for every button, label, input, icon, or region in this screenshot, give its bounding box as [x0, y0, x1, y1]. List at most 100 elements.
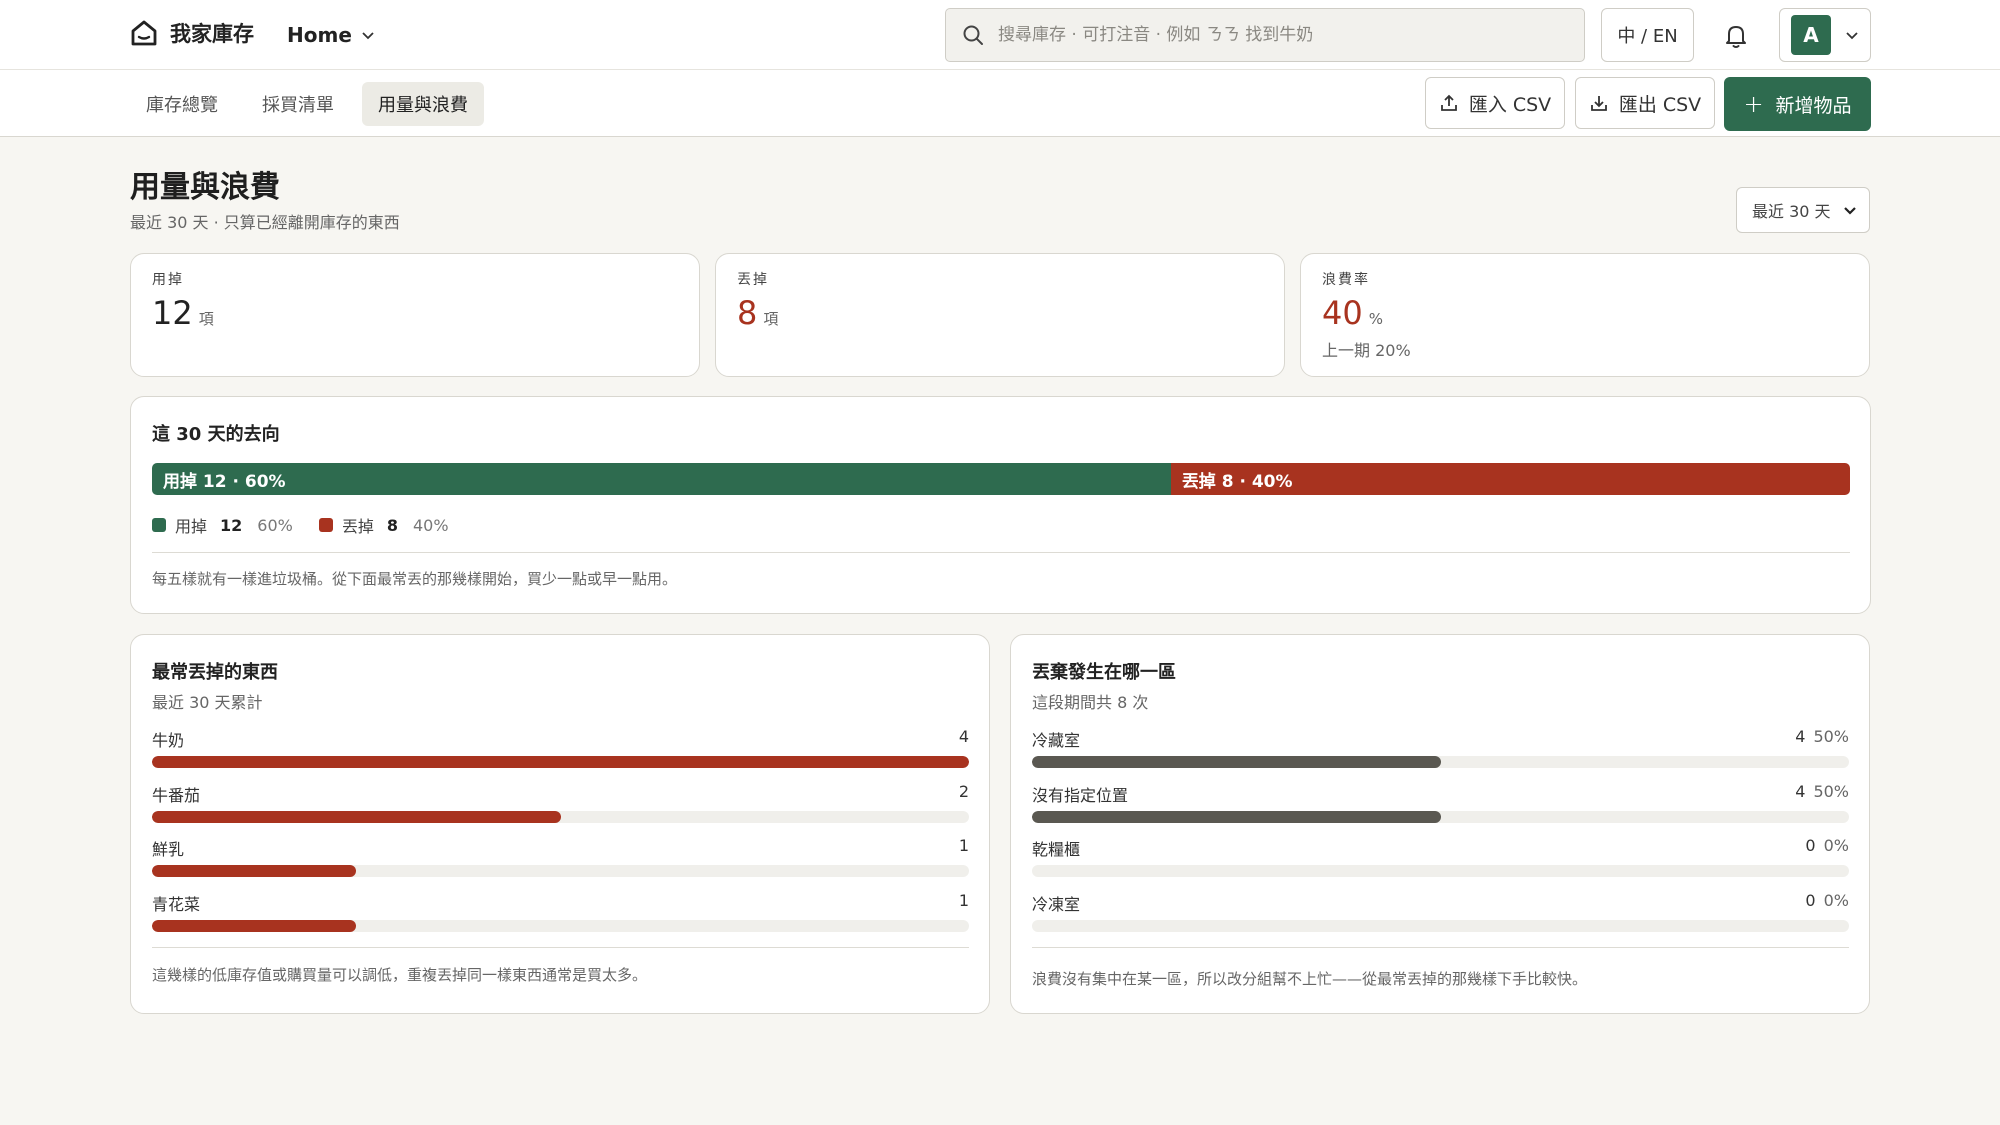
flow-note: 每五樣就有一樣進垃圾桶。從下面最常丟的那幾樣開始，買少一點或早一點用。 — [152, 570, 678, 588]
bar-fill — [1032, 810, 1441, 823]
export-csv-button[interactable]: 匯出 CSV — [1575, 77, 1715, 129]
page-subtitle: 最近 30 天 · 只算已經離開庫存的東西 — [130, 213, 400, 232]
location-count: 0 — [1805, 836, 1816, 855]
item-count: 1 — [958, 836, 969, 855]
chevron-down-icon — [1846, 32, 1858, 40]
most-thrown-list: 牛奶 4 牛番茄 2 鮮乳 1 青花菜 1 — [152, 727, 969, 945]
bell-icon[interactable] — [1722, 22, 1750, 50]
plus-icon: + — [1743, 90, 1764, 118]
location-name: 乾糧櫃 — [1032, 840, 1081, 859]
stat-label: 丟掉 — [737, 272, 769, 288]
waste-location-panel: 丟棄發生在哪一區 這段期間共 8 次 冷藏室 4 50% 沒有指定位置 4 50… — [1010, 634, 1870, 1014]
item-name: 青花菜 — [152, 894, 201, 914]
bar-fill — [152, 865, 357, 877]
most-thrown-panel: 最常丟掉的東西 最近 30 天累計 牛奶 4 牛番茄 2 鮮乳 1 青花菜 1 … — [130, 634, 990, 1014]
list-item: 牛番茄 2 — [152, 782, 969, 837]
list-item: 乾糧櫃 0 0% — [1032, 836, 1849, 891]
avatar: A — [1791, 15, 1831, 55]
stat-card-used: 用掉 12 項 — [130, 253, 700, 377]
flow-segment-thrown: 丟掉 8 · 40% — [1170, 463, 1850, 495]
add-item-button[interactable]: + 新增物品 — [1724, 77, 1871, 131]
user-menu-button[interactable]: A — [1779, 8, 1871, 62]
location-stats: 0 0% — [1805, 836, 1849, 855]
stat-number: 8 — [737, 294, 758, 332]
top-bar: 我家庫存 Home 中 / EN A — [0, 0, 2000, 70]
bar-track — [1032, 810, 1849, 823]
stat-value: 8 項 — [737, 294, 778, 332]
stat-unit: % — [1368, 310, 1383, 328]
panel-subtitle: 最近 30 天累計 — [152, 693, 263, 712]
tab-list: 庫存總覽 採買清單 用量與浪費 — [130, 82, 484, 126]
legend-percent: 40% — [413, 515, 449, 535]
location-percent: 0% — [1823, 836, 1849, 855]
panel-title: 最常丟掉的東西 — [152, 662, 278, 683]
item-count: 4 — [958, 727, 969, 746]
sub-nav: 庫存總覽 採買清單 用量與浪費 匯入 CSV 匯出 CSV + 新增物品 — [0, 70, 2000, 137]
legend-item-used: 用掉 12 60% — [152, 513, 293, 537]
page-title: 用量與浪費 — [130, 170, 280, 205]
brand-name: 我家庫存 — [170, 22, 254, 46]
item-count: 1 — [958, 890, 969, 910]
flow-bar: 用掉 12 · 60% 丟掉 8 · 40% — [152, 463, 1850, 495]
location-stats: 0 0% — [1805, 891, 1849, 910]
location-name: 冷凍室 — [1032, 894, 1081, 914]
item-count-wrap: 4 — [959, 727, 969, 746]
stat-card-thrown: 丟掉 8 項 — [715, 253, 1285, 377]
import-csv-button[interactable]: 匯入 CSV — [1425, 77, 1565, 129]
location-stats: 4 50% — [1795, 727, 1849, 746]
location-stats: 4 50% — [1795, 782, 1849, 801]
import-csv-label: 匯入 CSV — [1468, 93, 1552, 116]
bar-fill — [152, 756, 969, 768]
flow-legend: 用掉 12 60% 丟掉 8 40% — [152, 513, 449, 537]
period-select[interactable]: 最近 30 天 — [1736, 187, 1870, 233]
item-count-wrap: 1 — [959, 891, 969, 910]
bar-track — [152, 810, 969, 823]
tab-inventory-overview[interactable]: 庫存總覽 — [130, 82, 234, 126]
list-item: 冷凍室 0 0% — [1032, 891, 1849, 946]
language-toggle-button[interactable]: 中 / EN — [1601, 8, 1694, 62]
stat-label: 用掉 — [152, 272, 184, 288]
stat-value: 12 項 — [152, 294, 214, 332]
list-item: 鮮乳 1 — [152, 836, 969, 891]
location-count: 4 — [1795, 781, 1806, 801]
upload-icon — [1440, 94, 1457, 111]
home-menu-label: Home — [287, 23, 352, 47]
legend-item-thrown: 丟掉 8 40% — [318, 513, 449, 537]
flow-card: 這 30 天的去向 用掉 12 · 60% 丟掉 8 · 40% 用掉 12 6… — [130, 396, 1871, 614]
list-item: 青花菜 1 — [152, 891, 969, 946]
location-list: 冷藏室 4 50% 沒有指定位置 4 50% 乾糧櫃 0 0% 冷凍室 0 0% — [1032, 727, 1849, 945]
home-menu[interactable]: Home — [287, 18, 376, 52]
bar-track — [152, 919, 969, 932]
location-percent: 50% — [1813, 781, 1849, 801]
period-select-value: 最近 30 天 — [1752, 202, 1831, 221]
chevron-down-icon — [1844, 207, 1856, 215]
bar-fill — [152, 810, 561, 823]
divider — [152, 552, 1850, 553]
legend-swatch-thrown — [318, 518, 333, 532]
search-input[interactable] — [998, 25, 1558, 45]
list-item: 冷藏室 4 50% — [1032, 727, 1849, 782]
list-item: 沒有指定位置 4 50% — [1032, 782, 1849, 837]
flow-segment-used: 用掉 12 · 60% — [152, 463, 1171, 495]
search-bar[interactable] — [945, 8, 1585, 62]
location-percent: 50% — [1813, 727, 1849, 746]
tab-shopping-list[interactable]: 採買清單 — [246, 82, 350, 126]
tab-usage-waste[interactable]: 用量與浪費 — [362, 82, 484, 126]
bar-track — [152, 865, 969, 877]
stat-number: 12 — [152, 294, 193, 332]
item-count-wrap: 1 — [959, 836, 969, 855]
location-count: 4 — [1795, 727, 1806, 746]
download-icon — [1590, 96, 1607, 111]
brand[interactable]: 我家庫存 — [130, 16, 254, 50]
bar-track — [1032, 756, 1849, 768]
item-name: 牛番茄 — [152, 785, 201, 805]
bar-track — [1032, 919, 1849, 932]
stat-value: 40 % — [1322, 294, 1383, 332]
legend-count: 12 — [220, 515, 243, 535]
panel-note: 浪費沒有集中在某一區，所以改分組幫不上忙——從最常丟掉的那幾樣下手比較快。 — [1032, 970, 1588, 988]
location-name: 沒有指定位置 — [1032, 785, 1129, 805]
panel-note: 這幾樣的低庫存值或購買量可以調低，重複丟掉同一樣東西通常是買太多。 — [152, 966, 648, 984]
item-name: 鮮乳 — [152, 840, 185, 859]
flow-title: 這 30 天的去向 — [152, 424, 280, 445]
bar-track — [152, 756, 969, 768]
